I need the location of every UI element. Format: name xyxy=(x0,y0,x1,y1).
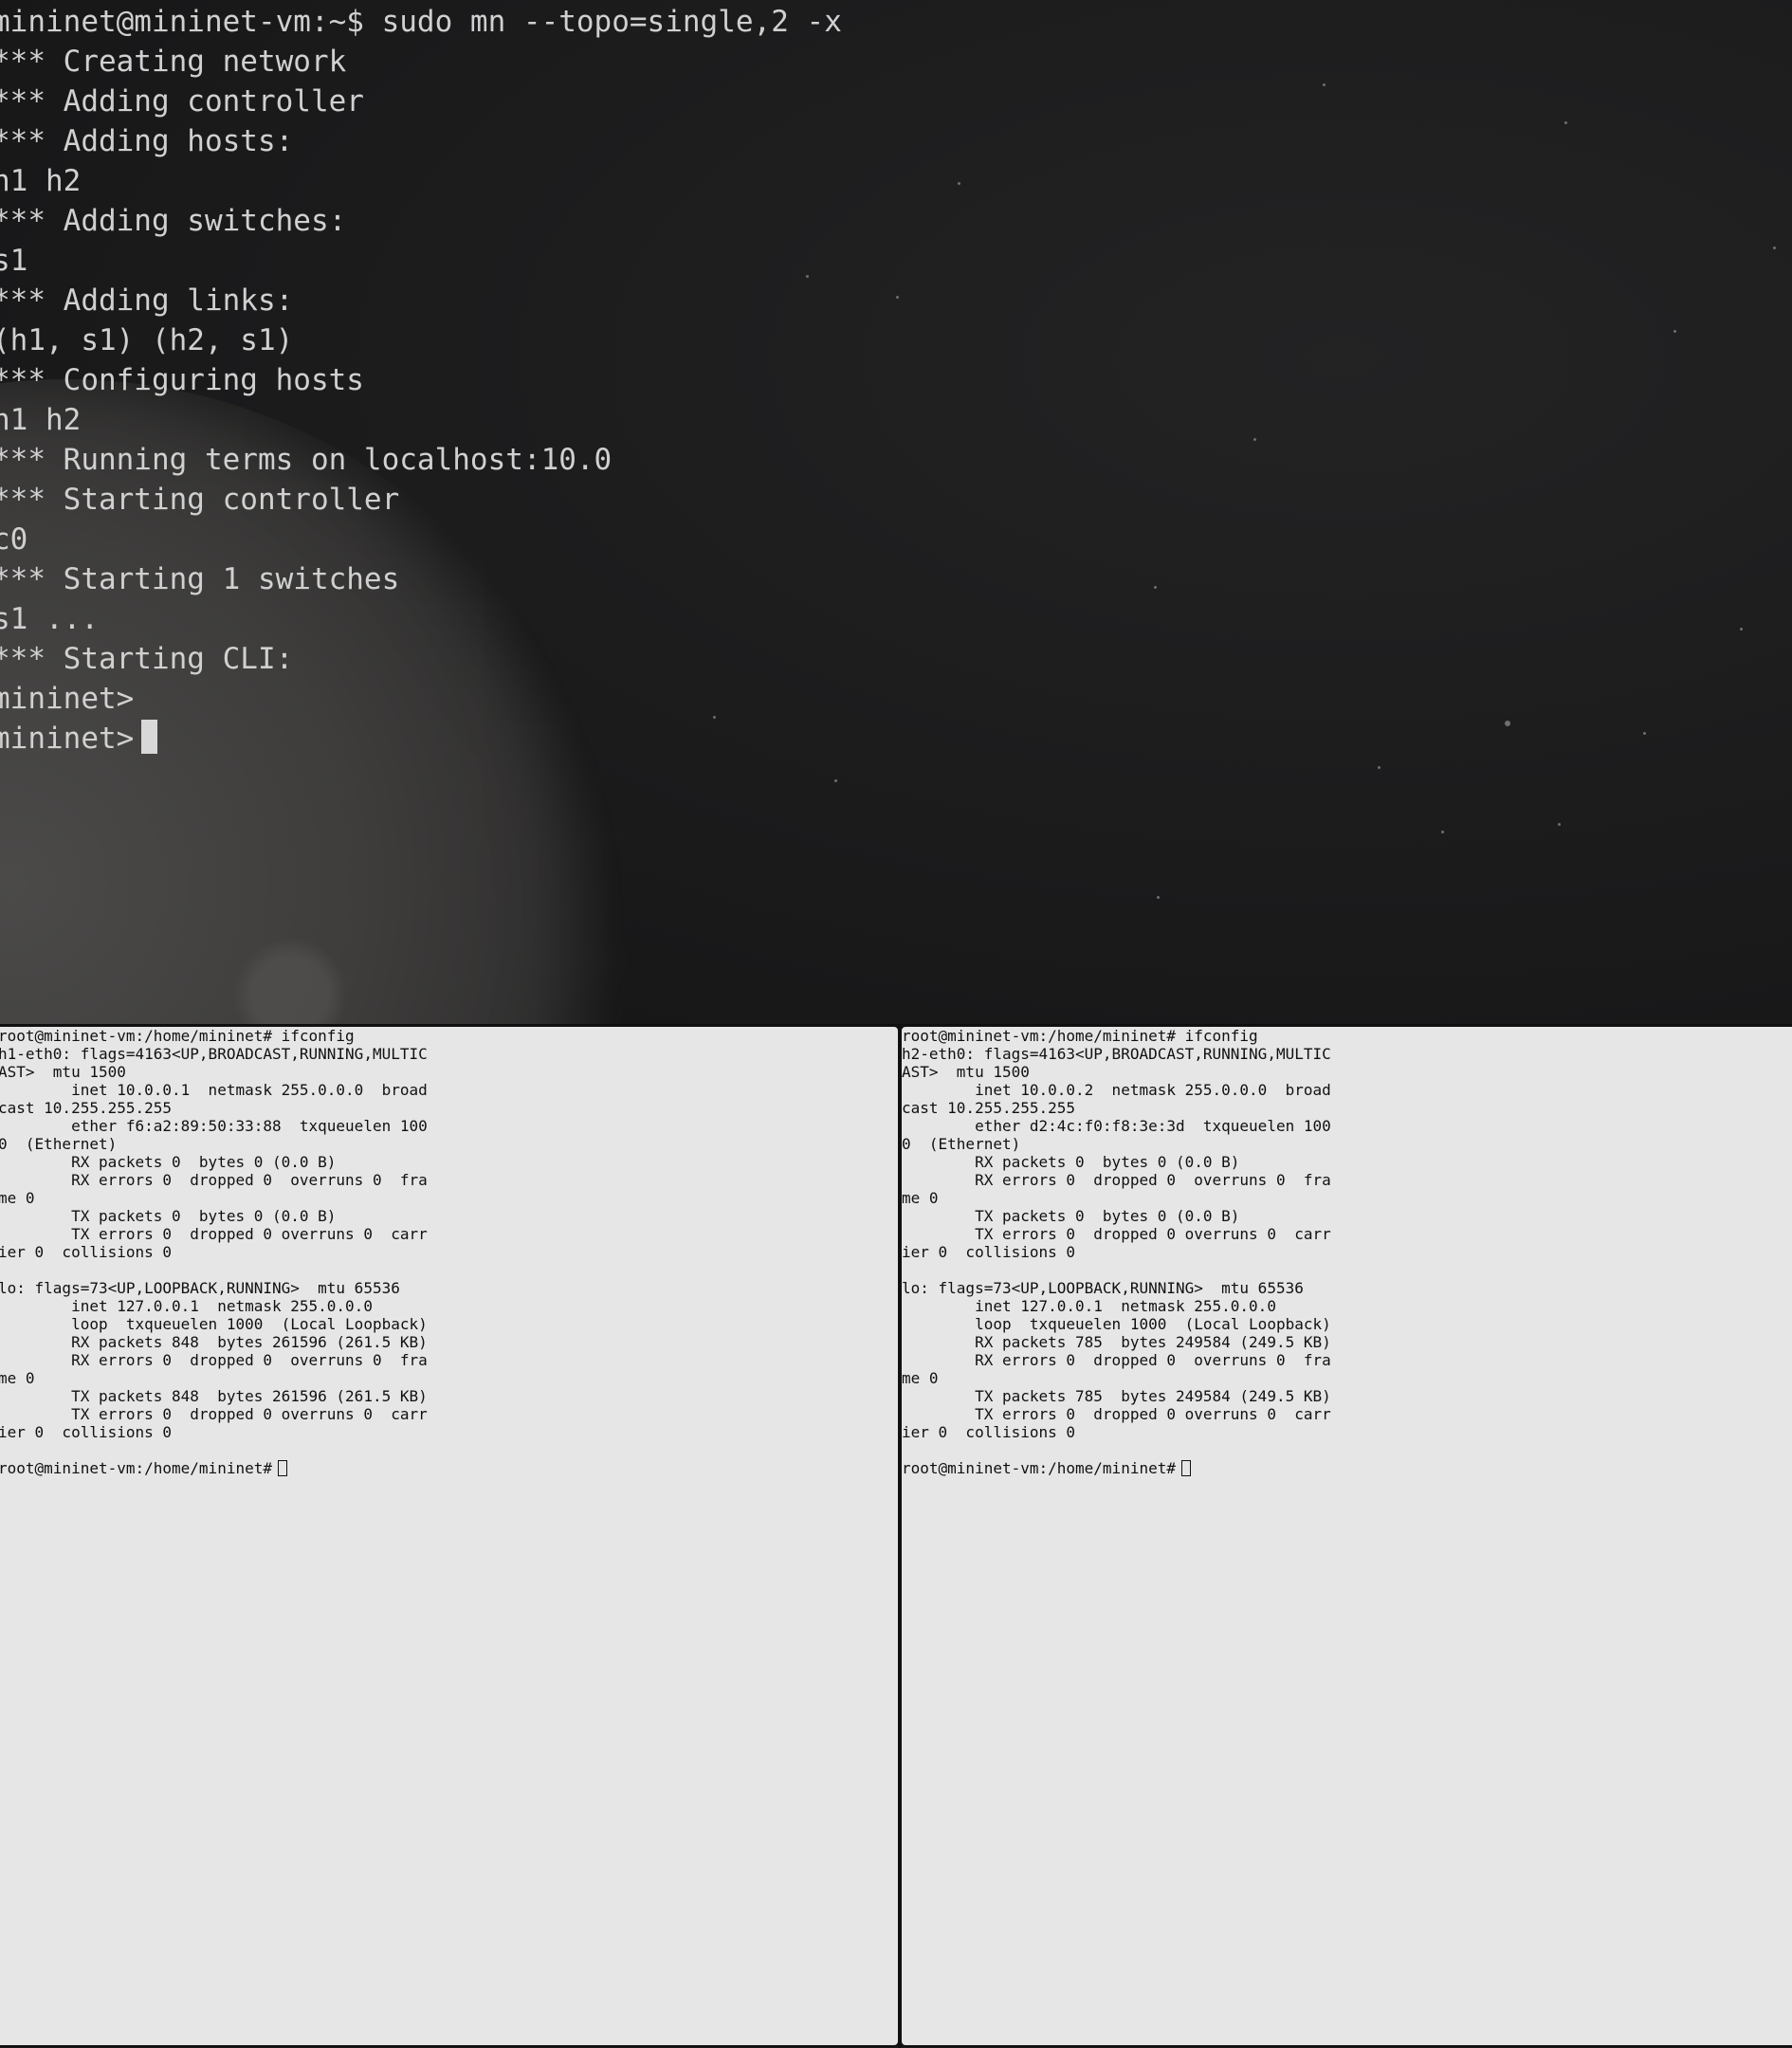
xterm-line: RX errors 0 dropped 0 overruns 0 fra xyxy=(902,1171,1331,1189)
star xyxy=(1323,83,1326,86)
star xyxy=(1253,438,1256,441)
xterm-line: root@mininet-vm:/home/mininet# ifconfig xyxy=(0,1027,355,1045)
xterm-line: inet 10.0.0.2 netmask 255.0.0.0 broad xyxy=(902,1081,1331,1099)
xterm-line: me 0 xyxy=(0,1369,35,1387)
desktop-screen: mininet@mininet-vm:~$ sudo mn --topo=sin… xyxy=(0,0,1792,2048)
star xyxy=(958,182,960,185)
terminal-line: h1 h2 xyxy=(0,164,82,198)
xterm-line: RX packets 785 bytes 249584 (249.5 KB) xyxy=(902,1333,1331,1351)
star xyxy=(1673,330,1676,333)
star xyxy=(1558,823,1561,826)
xterm-line: ier 0 collisions 0 xyxy=(0,1243,173,1261)
xterm-line: TX packets 848 bytes 261596 (261.5 KB) xyxy=(0,1387,428,1405)
terminal-line: h1 h2 xyxy=(0,403,82,437)
xterm-line: ether f6:a2:89:50:33:88 txqueuelen 100 xyxy=(0,1117,428,1135)
xterm-line: AST> mtu 1500 xyxy=(0,1063,126,1081)
xterm-line: RX packets 0 bytes 0 (0.0 B) xyxy=(902,1153,1240,1171)
star xyxy=(1378,766,1381,769)
xterm-line: me 0 xyxy=(902,1189,939,1207)
terminal-line: (h1, s1) (h2, s1) xyxy=(0,323,294,357)
star xyxy=(896,296,899,299)
xterm-line: RX packets 848 bytes 261596 (261.5 KB) xyxy=(0,1333,428,1351)
star xyxy=(1505,721,1510,726)
star xyxy=(1154,586,1157,589)
mininet-terminal[interactable]: mininet@mininet-vm:~$ sudo mn --topo=sin… xyxy=(0,0,1792,1025)
xterm-line: ier 0 collisions 0 xyxy=(0,1423,173,1441)
xterm-line: TX errors 0 dropped 0 overruns 0 carr xyxy=(902,1225,1331,1243)
star xyxy=(1441,831,1444,833)
text-cursor xyxy=(141,720,158,754)
xterm-line: cast 10.255.255.255 xyxy=(902,1099,1076,1117)
terminal-line: *** Starting controller xyxy=(0,483,400,517)
xterm-line: 0 (Ethernet) xyxy=(0,1135,118,1153)
terminal-line: c0 xyxy=(0,522,28,557)
xterm-line: lo: flags=73<UP,LOOPBACK,RUNNING> mtu 65… xyxy=(902,1279,1304,1297)
terminal-line: *** Adding hosts: xyxy=(0,124,294,158)
text-cursor xyxy=(1180,1460,1191,1476)
cli-prompt: mininet> xyxy=(0,722,135,756)
xterm-prompt-line[interactable]: root@mininet-vm:/home/mininet# xyxy=(0,1459,428,1477)
xterm-h2-window[interactable]: root@mininet-vm:/home/mininet# ifconfig h… xyxy=(900,1025,1792,2047)
xterm-line: ether d2:4c:f0:f8:3e:3d txqueuelen 100 xyxy=(902,1117,1331,1135)
terminal-line: *** Starting CLI: xyxy=(0,642,294,676)
terminal-line: mininet> xyxy=(0,682,135,716)
xterm-line: h1-eth0: flags=4163<UP,BROADCAST,RUNNING… xyxy=(0,1045,428,1063)
xterm-line: h2-eth0: flags=4163<UP,BROADCAST,RUNNING… xyxy=(902,1045,1331,1063)
xterm-line: TX errors 0 dropped 0 overruns 0 carr xyxy=(0,1405,428,1423)
xterm-line: me 0 xyxy=(902,1369,939,1387)
xterm-h2-output: root@mininet-vm:/home/mininet# ifconfig h… xyxy=(902,1027,1331,1477)
xterm-line xyxy=(902,1261,1331,1279)
window-divider xyxy=(898,1025,902,2048)
xterm-line: cast 10.255.255.255 xyxy=(0,1099,173,1117)
xterm-line xyxy=(0,1261,428,1279)
xterm-line xyxy=(0,1441,428,1459)
text-cursor xyxy=(277,1460,287,1476)
star xyxy=(1773,247,1776,249)
xterm-line: TX errors 0 dropped 0 overruns 0 carr xyxy=(0,1225,428,1243)
xterm-line: root@mininet-vm:/home/mininet# ifconfig xyxy=(902,1027,1258,1045)
xterm-line: inet 127.0.0.1 netmask 255.0.0.0 xyxy=(902,1297,1276,1315)
xterm-line: loop txqueuelen 1000 (Local Loopback) xyxy=(0,1315,428,1333)
terminal-line: *** Starting 1 switches xyxy=(0,562,400,596)
terminal-output: mininet@mininet-vm:~$ sudo mn --topo=sin… xyxy=(0,2,842,759)
xterm-line: loop txqueuelen 1000 (Local Loopback) xyxy=(902,1315,1331,1333)
xterm-line: RX errors 0 dropped 0 overruns 0 fra xyxy=(0,1171,428,1189)
xterm-line: 0 (Ethernet) xyxy=(902,1135,1021,1153)
xterm-line: inet 127.0.0.1 netmask 255.0.0.0 xyxy=(0,1297,373,1315)
xterm-line: me 0 xyxy=(0,1189,35,1207)
xterm-line: RX errors 0 dropped 0 overruns 0 fra xyxy=(0,1351,428,1369)
xterm-h1-output: root@mininet-vm:/home/mininet# ifconfig h… xyxy=(0,1027,428,1477)
xterm-h1-window[interactable]: root@mininet-vm:/home/mininet# ifconfig h… xyxy=(0,1025,900,2047)
xterm-line: lo: flags=73<UP,LOOPBACK,RUNNING> mtu 65… xyxy=(0,1279,400,1297)
terminal-prompt-line[interactable]: mininet> xyxy=(0,719,842,759)
xterm-line xyxy=(902,1441,1331,1459)
terminal-line: s1 xyxy=(0,244,28,278)
terminal-line: *** Adding switches: xyxy=(0,204,347,238)
xterm-line: TX errors 0 dropped 0 overruns 0 carr xyxy=(902,1405,1331,1423)
terminal-line: *** Creating network xyxy=(0,45,347,79)
shell-prompt: root@mininet-vm:/home/mininet# xyxy=(902,1459,1176,1477)
shell-prompt: root@mininet-vm:/home/mininet# xyxy=(0,1459,272,1477)
terminal-line: *** Running terms on localhost:10.0 xyxy=(0,443,613,477)
xterm-line: RX packets 0 bytes 0 (0.0 B) xyxy=(0,1153,337,1171)
xterm-line: TX packets 0 bytes 0 (0.0 B) xyxy=(0,1207,337,1225)
star xyxy=(1157,896,1160,899)
xterm-line: inet 10.0.0.1 netmask 255.0.0.0 broad xyxy=(0,1081,428,1099)
xterm-line: RX errors 0 dropped 0 overruns 0 fra xyxy=(902,1351,1331,1369)
star xyxy=(834,779,837,782)
terminal-line: *** Adding controller xyxy=(0,84,364,119)
star xyxy=(1564,121,1567,124)
terminal-line: *** Configuring hosts xyxy=(0,363,364,397)
xterm-line: ier 0 collisions 0 xyxy=(902,1243,1076,1261)
terminal-line: s1 ... xyxy=(0,602,99,636)
terminal-line: mininet@mininet-vm:~$ sudo mn --topo=sin… xyxy=(0,5,842,39)
xterm-line: AST> mtu 1500 xyxy=(902,1063,1030,1081)
xterm-line: ier 0 collisions 0 xyxy=(902,1423,1076,1441)
xterm-line: TX packets 0 bytes 0 (0.0 B) xyxy=(902,1207,1240,1225)
xterm-prompt-line[interactable]: root@mininet-vm:/home/mininet# xyxy=(902,1459,1331,1477)
xterm-line: TX packets 785 bytes 249584 (249.5 KB) xyxy=(902,1387,1331,1405)
star xyxy=(1643,732,1646,735)
terminal-line: *** Adding links: xyxy=(0,283,294,318)
star xyxy=(1740,628,1743,631)
